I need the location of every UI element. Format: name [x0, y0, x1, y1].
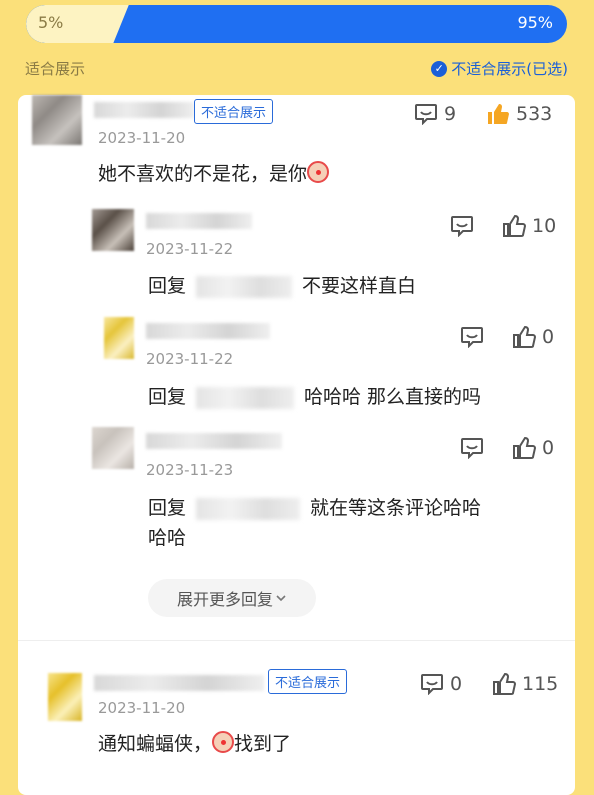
vote-right-percent: 95% — [517, 13, 553, 32]
thumbs-up-icon — [493, 673, 516, 695]
avatar[interactable] — [48, 673, 82, 721]
reply-avatar[interactable] — [92, 427, 134, 469]
thumbs-up-filled-icon — [488, 104, 509, 124]
thumbs-up-icon — [513, 326, 536, 348]
comment-date: 2023-11-20 — [98, 129, 186, 147]
reply-like-button[interactable]: 0 — [512, 437, 554, 459]
reply-count: 0 — [450, 673, 463, 695]
reply-count-button[interactable]: 0 — [420, 673, 462, 695]
avatar[interactable] — [32, 95, 82, 145]
comment-icon — [421, 674, 443, 695]
clown-emoji-icon — [212, 731, 235, 753]
reply-username[interactable] — [146, 323, 270, 339]
reply-target-username[interactable] — [196, 386, 295, 409]
reply-text: 回复 就在等这条评论哈哈 哈哈 — [148, 493, 481, 553]
reply-text: 回复 不要这样直白 — [148, 271, 416, 301]
username[interactable] — [94, 675, 264, 691]
thumbs-up-icon — [513, 437, 536, 459]
like-count: 533 — [516, 103, 553, 125]
reply-target-username[interactable] — [196, 275, 293, 298]
clown-emoji-icon — [307, 161, 330, 183]
username[interactable] — [94, 102, 194, 118]
reply-like-button[interactable]: 0 — [512, 326, 554, 348]
reply-comment-button[interactable] — [460, 437, 484, 459]
unsuitable-badge: 不适合展示 — [194, 99, 274, 124]
comment-text-content: 她不喜欢的不是花，是你 — [98, 163, 308, 185]
reply-count: 9 — [444, 103, 457, 125]
reply-prefix: 回复 — [148, 386, 187, 408]
unsuitable-selected-label[interactable]: ✓ 不适合展示(已选) — [431, 58, 568, 79]
vote-left-percent: 5% — [38, 13, 64, 32]
expand-more-replies-button[interactable]: 展开更多回复 — [148, 579, 316, 617]
unsuitable-selected-text: 不适合展示(已选) — [451, 60, 568, 78]
reply-comment-button[interactable] — [450, 215, 474, 237]
vote-progress-bar: 5% 95% — [26, 5, 567, 43]
reply-username[interactable] — [146, 433, 282, 449]
reply-text-content: 不要这样直白 — [302, 275, 417, 297]
reply-like-count: 10 — [532, 215, 557, 237]
comment-icon — [415, 104, 437, 125]
comment-text-after: 找到了 — [234, 733, 292, 755]
divider — [18, 640, 575, 641]
comment-icon — [461, 327, 483, 348]
reply-text-line2: 哈哈 — [148, 527, 187, 549]
check-circle-icon: ✓ — [431, 60, 448, 77]
reply-target-username[interactable] — [196, 497, 301, 520]
reply-like-count: 0 — [542, 326, 555, 348]
chevron-down-icon — [276, 595, 286, 602]
reply-like-button[interactable]: 10 — [502, 215, 556, 237]
comment-text-before: 通知蝙蝠侠， — [98, 733, 213, 755]
like-button[interactable]: 533 — [486, 103, 552, 125]
like-button[interactable]: 115 — [492, 673, 558, 695]
comment-icon — [461, 438, 483, 459]
comment-icon — [451, 216, 473, 237]
reply-date: 2023-11-22 — [146, 240, 234, 258]
reply-avatar[interactable] — [104, 317, 134, 359]
thumbs-up-icon — [503, 215, 526, 237]
vote-labels: 适合展示 ✓ 不适合展示(已选) — [25, 58, 568, 82]
reply-text-content: 哈哈哈 那么直接的吗 — [304, 386, 482, 408]
suitable-label[interactable]: 适合展示 — [25, 58, 85, 79]
reply-text-content: 就在等这条评论哈哈 — [310, 497, 482, 519]
reply-prefix: 回复 — [148, 497, 187, 519]
reply-date: 2023-11-22 — [146, 350, 234, 368]
comment-text: 通知蝙蝠侠， 找到了 — [98, 729, 291, 759]
reply-text: 回复 哈哈哈 那么直接的吗 — [148, 382, 481, 412]
reply-like-count: 0 — [542, 437, 555, 459]
reply-comment-button[interactable] — [460, 326, 484, 348]
reply-prefix: 回复 — [148, 275, 187, 297]
reply-avatar[interactable] — [92, 209, 134, 251]
comment-text: 她不喜欢的不是花，是你 — [98, 159, 330, 189]
comment-card: 不适合展示 2023-11-20 9 533 她不喜欢的不是花，是你 2023-… — [18, 95, 575, 795]
like-count: 115 — [522, 673, 559, 695]
reply-count-button[interactable]: 9 — [414, 103, 456, 125]
unsuitable-badge: 不适合展示 — [268, 669, 348, 694]
reply-username[interactable] — [146, 213, 252, 229]
comment-date: 2023-11-20 — [98, 699, 186, 717]
reply-date: 2023-11-23 — [146, 461, 234, 479]
vote-left-segment: 5% — [26, 5, 129, 43]
expand-label: 展开更多回复 — [176, 590, 273, 609]
